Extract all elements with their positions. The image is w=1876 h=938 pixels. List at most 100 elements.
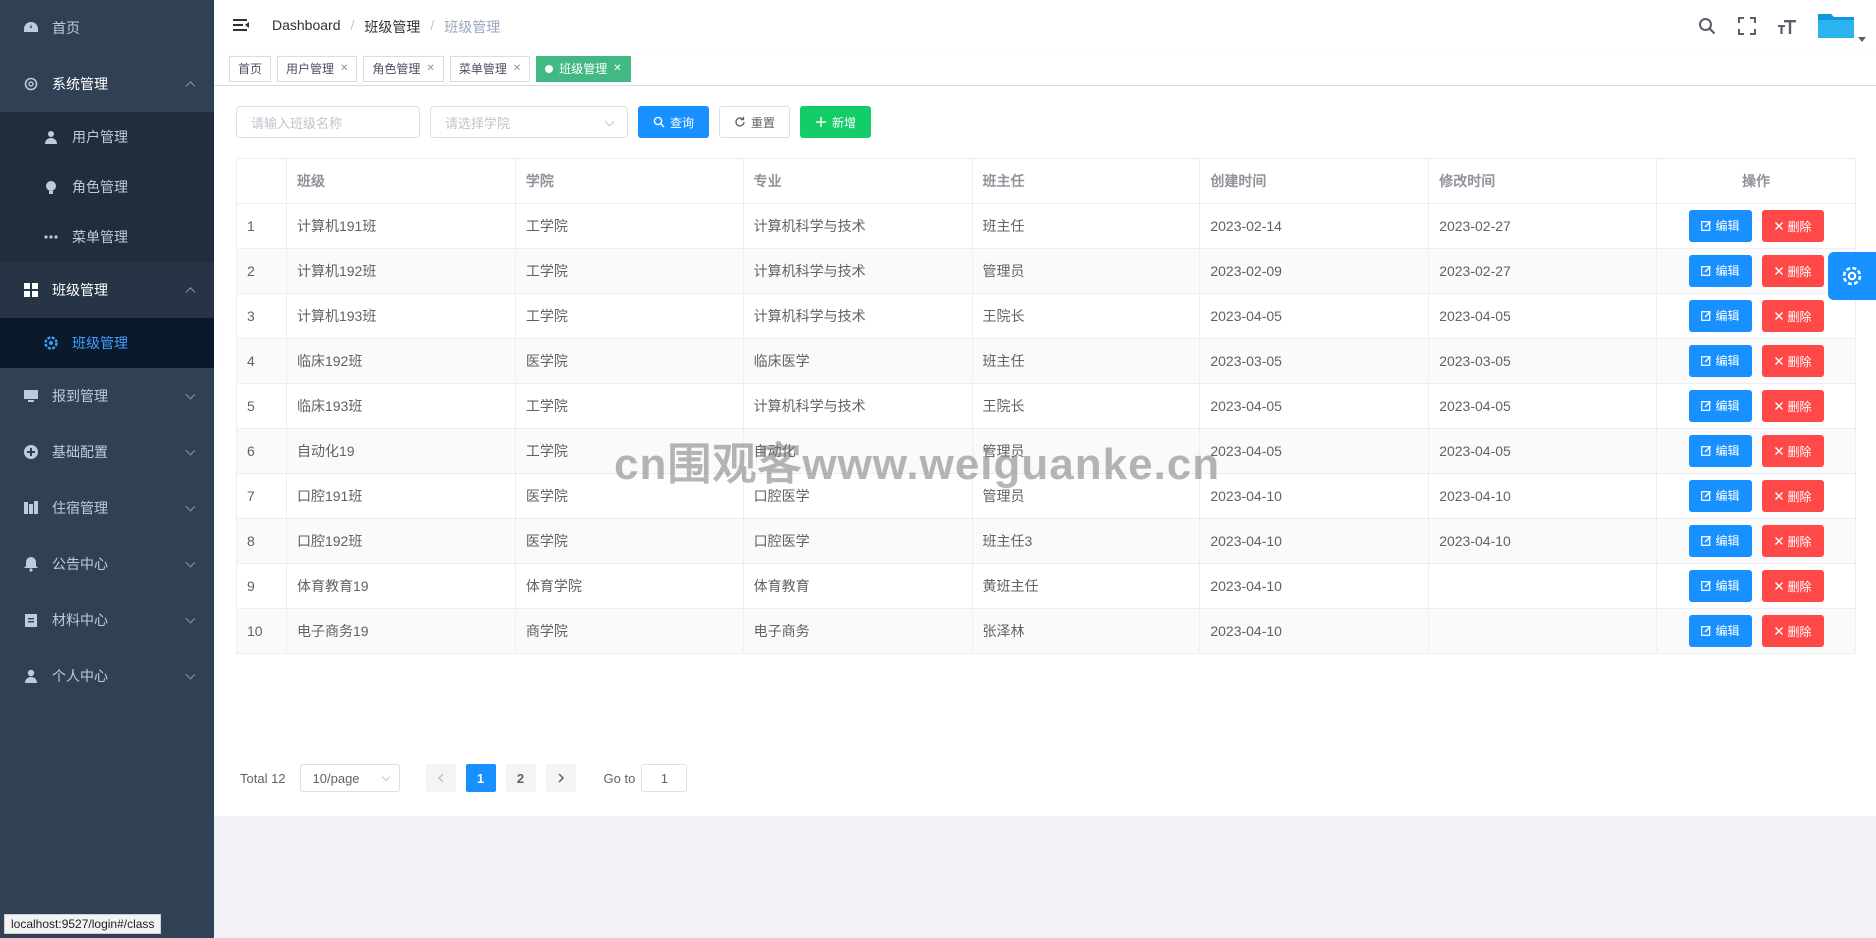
edit-button[interactable]: 编辑 (1688, 434, 1752, 467)
chevron-left-icon (437, 773, 444, 783)
sidebar-item-checkin[interactable]: 报到管理 (0, 368, 214, 424)
delete-button[interactable]: 删除 (1761, 480, 1824, 513)
sidebar-item-class-group[interactable]: 班级管理 (0, 262, 214, 318)
close-icon (1774, 537, 1783, 546)
prev-page-button[interactable] (425, 764, 456, 792)
class-name-input[interactable]: 请输入班级名称 (236, 106, 420, 138)
edit-button[interactable]: 编辑 (1688, 614, 1752, 647)
active-dot-icon (545, 64, 554, 73)
table-row: 5 临床193班 工学院 计算机科学与技术 王院长 2023-04-05 2023-04-0… (236, 383, 1856, 429)
delete-button[interactable]: 删除 (1761, 435, 1824, 468)
chevron-down-icon (185, 445, 196, 456)
plus-icon (816, 117, 827, 127)
delete-button[interactable]: 删除 (1761, 210, 1824, 243)
bell-icon (22, 555, 40, 573)
tag-users[interactable]: 用户管理 ✕ (277, 55, 358, 82)
sidebar-item-users[interactable]: 用户管理 (0, 112, 214, 162)
edit-icon (1700, 266, 1711, 277)
search-button[interactable]: 查询 (638, 106, 710, 138)
sidebar-item-materials[interactable]: 材料中心 (0, 592, 214, 648)
close-icon (1774, 267, 1783, 276)
edit-button[interactable]: 编辑 (1688, 524, 1752, 557)
breadcrumb-item[interactable]: 班级管理 (364, 17, 420, 37)
font-size-icon[interactable] (1776, 15, 1798, 37)
tag-roles[interactable]: 角色管理 ✕ (363, 55, 444, 82)
cell-created: 2023-04-10 (1199, 563, 1430, 609)
cell-major: 计算机科学与技术 (742, 293, 973, 339)
cell-modified: 2023-04-10 (1428, 473, 1658, 519)
edit-button[interactable]: 编辑 (1688, 254, 1752, 287)
cell-major: 电子商务 (742, 608, 973, 654)
sidebar-item-menus[interactable]: 菜单管理 (0, 212, 214, 262)
sidebar-item-roles[interactable]: 角色管理 (0, 162, 214, 212)
page-size-select[interactable]: 10/page (299, 764, 400, 792)
cell-class: 计算机192班 (285, 248, 516, 294)
goto-page: Go to 1 (604, 764, 688, 792)
hamburger-icon[interactable] (232, 16, 252, 36)
sidebar-item-home[interactable]: 首页 (0, 0, 214, 56)
delete-button[interactable]: 删除 (1761, 300, 1824, 333)
page-button-1[interactable]: 1 (465, 764, 496, 792)
sidebar-item-dormitory[interactable]: 住宿管理 (0, 480, 214, 536)
delete-button[interactable]: 删除 (1761, 255, 1824, 288)
chevron-down-icon (185, 613, 196, 624)
close-icon[interactable]: ✕ (340, 63, 348, 74)
cell-created: 2023-04-10 (1199, 473, 1430, 519)
table-row: 7 口腔191班 医学院 口腔医学 管理员 2023-04-10 2023-04-10 编辑删… (236, 473, 1856, 519)
edit-button[interactable]: 编辑 (1688, 389, 1752, 422)
sidebar-item-system[interactable]: 系统管理 (0, 56, 214, 112)
browser-status-bar: localhost:9527/login#/class (4, 914, 162, 934)
tag-home[interactable]: 首页 (229, 55, 272, 82)
close-icon[interactable]: ✕ (426, 63, 434, 74)
cell-class: 计算机193班 (285, 293, 516, 339)
fullscreen-icon[interactable] (1736, 15, 1758, 37)
reset-button[interactable]: 重置 (719, 106, 791, 138)
cell-created: 2023-04-10 (1199, 518, 1430, 564)
table-header: 班级 学院 专业 班主任 创建时间 修改时间 操作 (236, 158, 1856, 204)
cell-class: 临床192班 (285, 338, 516, 384)
goto-page-input[interactable]: 1 (641, 764, 688, 792)
tag-menus[interactable]: 菜单管理 ✕ (449, 55, 531, 82)
delete-button[interactable]: 删除 (1761, 615, 1824, 648)
cell-college: 工学院 (514, 203, 744, 249)
delete-button[interactable]: 删除 (1761, 570, 1824, 603)
sidebar-item-class[interactable]: 班级管理 (0, 318, 214, 368)
delete-button[interactable]: 删除 (1761, 390, 1824, 423)
edit-button[interactable]: 编辑 (1688, 569, 1752, 602)
settings-button[interactable] (1828, 252, 1876, 300)
cell-modified: 2023-02-27 (1428, 248, 1658, 294)
edit-button[interactable]: 编辑 (1688, 344, 1752, 377)
avatar[interactable] (1816, 10, 1866, 42)
close-icon (1774, 447, 1783, 456)
edit-button[interactable]: 编辑 (1688, 299, 1752, 332)
delete-button[interactable]: 删除 (1761, 525, 1824, 558)
search-icon[interactable] (1696, 15, 1718, 37)
college-select[interactable]: 请选择学院 (430, 106, 628, 138)
col-teacher: 班主任 (971, 158, 1201, 204)
close-icon[interactable]: ✕ (613, 63, 621, 74)
sidebar-item-notice[interactable]: 公告中心 (0, 536, 214, 592)
tag-class[interactable]: 班级管理 ✕ (536, 55, 631, 82)
add-button[interactable]: 新增 (800, 106, 872, 138)
delete-button[interactable]: 删除 (1761, 345, 1824, 378)
edit-icon (1700, 356, 1711, 367)
next-page-button[interactable] (545, 764, 576, 792)
edit-icon (1700, 491, 1711, 502)
cell-college: 医学院 (514, 518, 744, 564)
building-icon (22, 499, 40, 517)
chevron-up-icon (185, 81, 196, 92)
cell-actions: 编辑 删除 (1656, 248, 1856, 294)
edit-button[interactable]: 编辑 (1688, 209, 1752, 242)
filter-bar: 请输入班级名称 请选择学院 查询 重置 新增 (236, 106, 872, 138)
clipboard-icon (22, 611, 40, 629)
close-icon (1774, 357, 1783, 366)
close-icon[interactable]: ✕ (513, 63, 521, 74)
sidebar-item-basic-config[interactable]: 基础配置 (0, 424, 214, 480)
cell-index: 1 (236, 203, 287, 249)
sidebar-item-personal[interactable]: 个人中心 (0, 648, 214, 704)
breadcrumb-item[interactable]: Dashboard (272, 17, 341, 37)
edit-button[interactable]: 编辑 (1688, 479, 1752, 512)
col-created: 创建时间 (1199, 158, 1430, 204)
gear-icon (1842, 266, 1862, 286)
page-button-2[interactable]: 2 (505, 764, 536, 792)
